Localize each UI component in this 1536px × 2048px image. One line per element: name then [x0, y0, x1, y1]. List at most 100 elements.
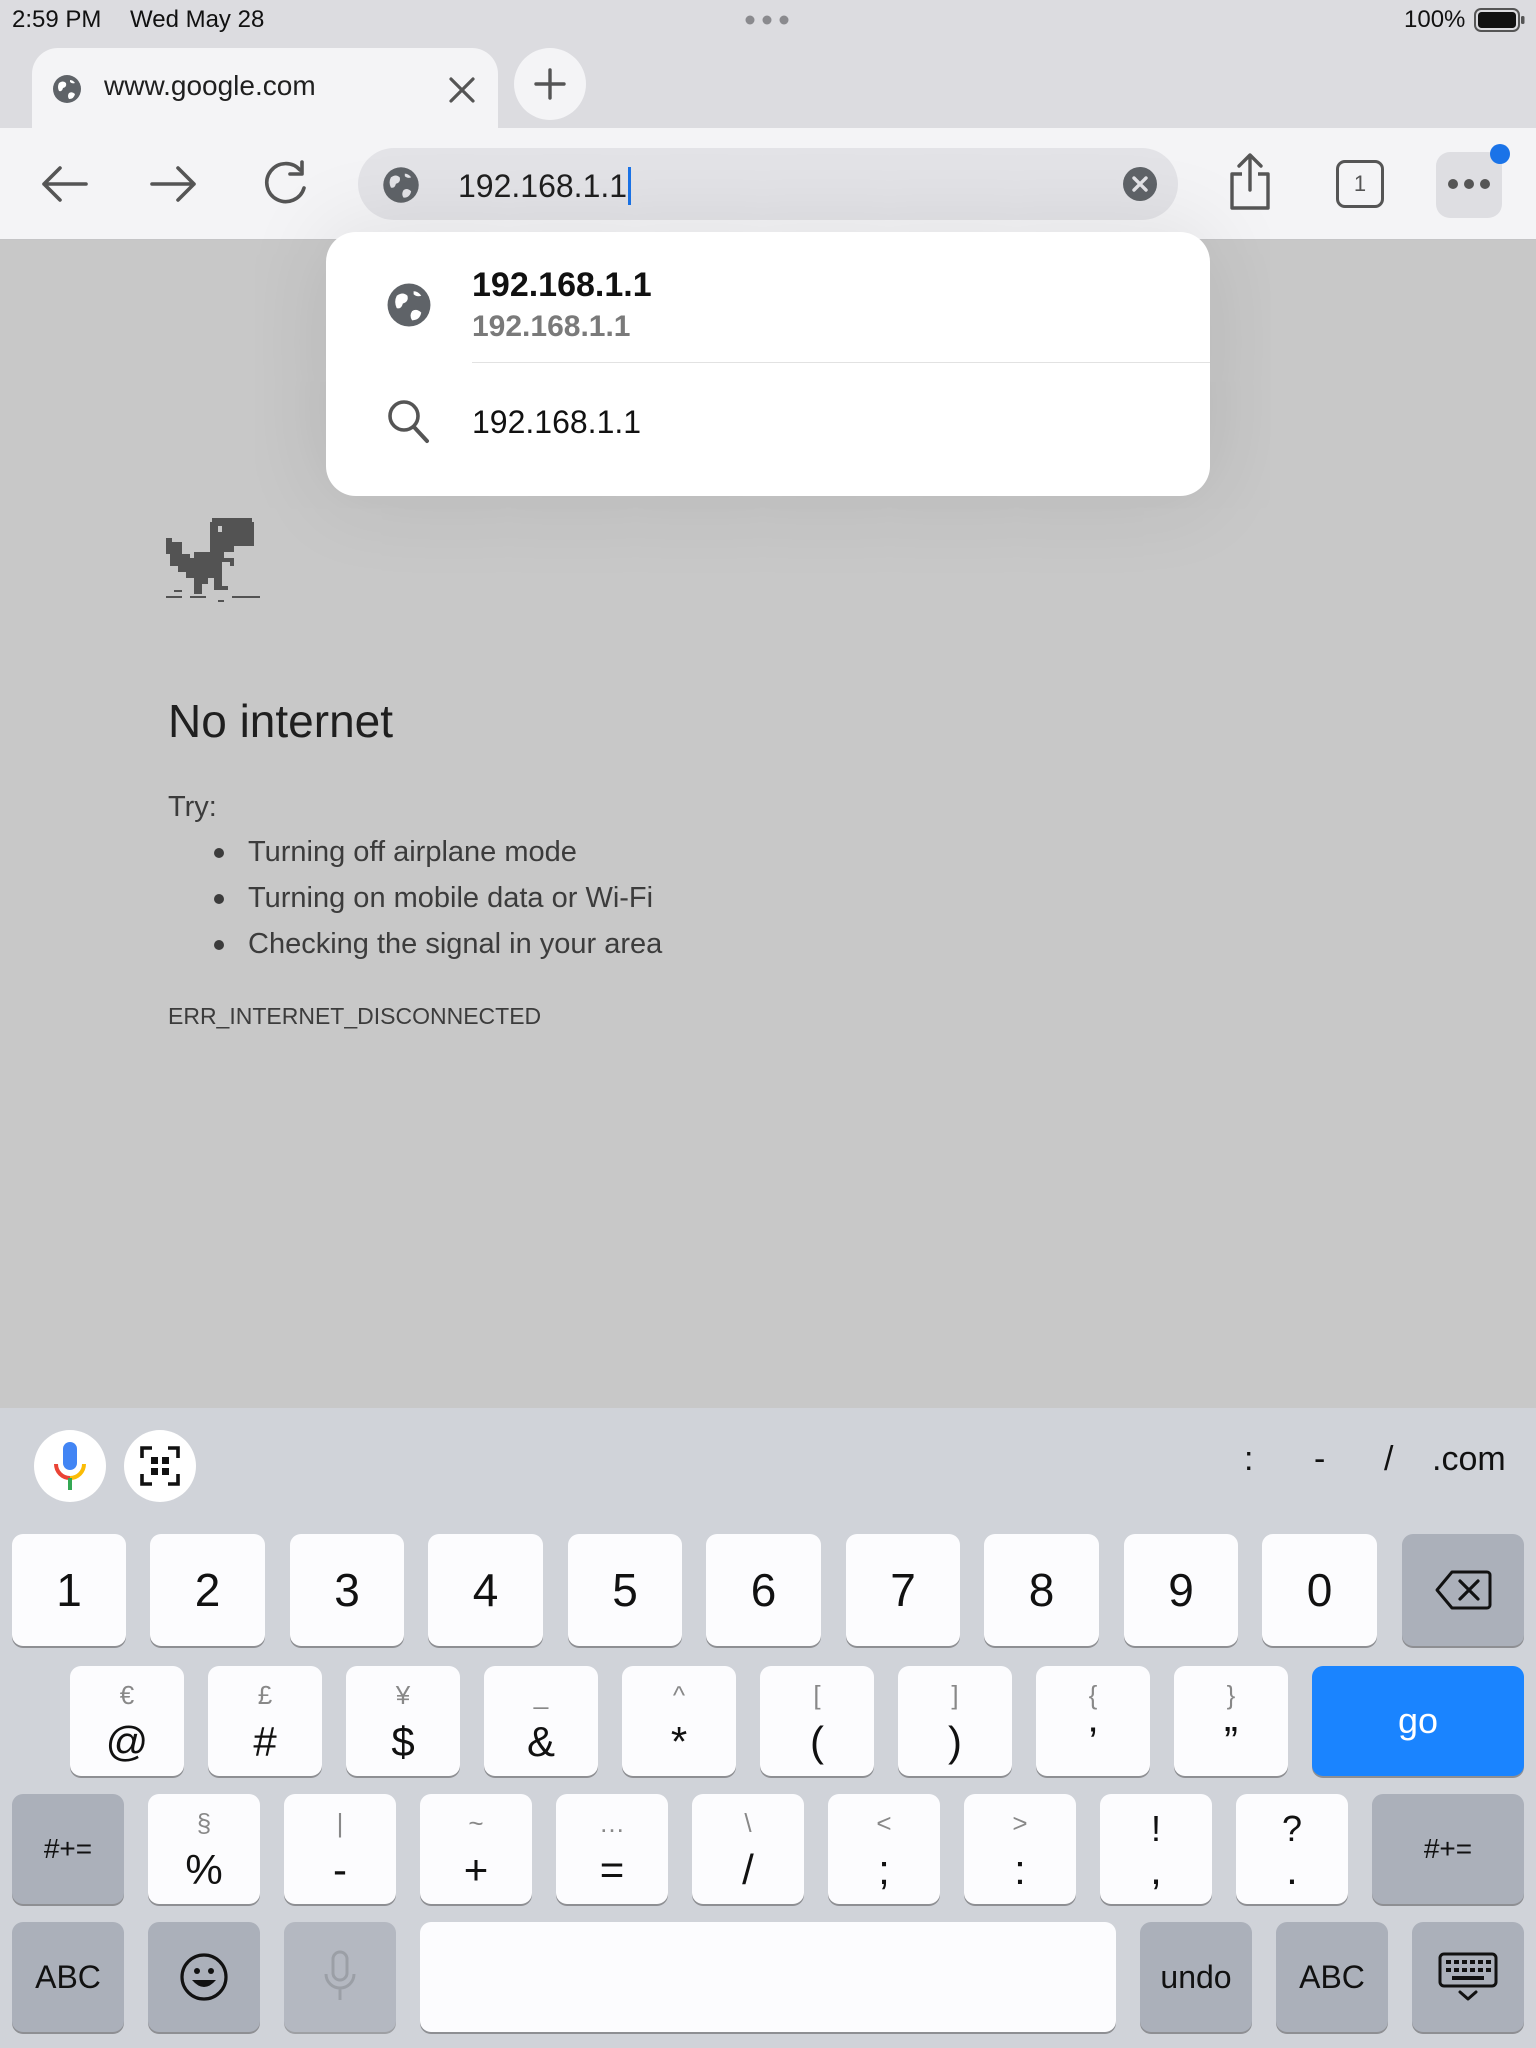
symbols-mode-key[interactable]: #+=: [12, 1794, 124, 1904]
space-key[interactable]: [420, 1922, 1116, 2032]
symbols-mode-key[interactable]: #+=: [1372, 1794, 1524, 1904]
forward-icon[interactable]: [150, 164, 198, 204]
delete-key[interactable]: [1402, 1534, 1524, 1646]
key-quote[interactable]: }”: [1174, 1666, 1288, 1776]
key-period[interactable]: ?.: [1236, 1794, 1348, 1904]
key-hash[interactable]: £ #: [208, 1666, 322, 1776]
dictation-key[interactable]: [284, 1922, 396, 2032]
dismiss-keyboard-key[interactable]: [1412, 1922, 1524, 2032]
key-alt-char: {: [1088, 1680, 1098, 1710]
back-icon[interactable]: [40, 164, 88, 204]
address-bar[interactable]: 192.168.1.1: [358, 148, 1178, 220]
menu-button[interactable]: [1436, 152, 1502, 218]
lens-scan-button[interactable]: [124, 1430, 196, 1502]
key-open-paren[interactable]: [(: [760, 1666, 874, 1776]
key-alt-char: >: [1012, 1808, 1028, 1838]
shortcut-dash[interactable]: -: [1314, 1440, 1325, 1479]
plus-icon: [534, 68, 566, 100]
emoji-key[interactable]: [148, 1922, 260, 2032]
key-alt-char: §: [196, 1808, 212, 1838]
key-7[interactable]: 7: [846, 1534, 960, 1646]
share-icon[interactable]: [1226, 152, 1274, 212]
suggestion-url[interactable]: 192.168.1.1 192.168.1.1: [326, 232, 1210, 364]
suggestion-title: 192.168.1.1: [472, 404, 642, 440]
shortcut-dotcom[interactable]: .com: [1432, 1440, 1506, 1479]
abc-key[interactable]: ABC: [12, 1922, 124, 2032]
key-hyphen[interactable]: | -: [284, 1794, 396, 1904]
key-plus[interactable]: ~ +: [420, 1794, 532, 1904]
tab-title: www.google.com: [104, 70, 316, 101]
error-code: ERR_INTERNET_DISCONNECTED: [168, 1003, 542, 1029]
address-text: 192.168.1.1: [458, 168, 628, 204]
error-suggestion: Turning on mobile data or Wi-Fi: [248, 882, 654, 914]
google-mic-icon: [54, 1442, 86, 1490]
key-alt-char: ^: [672, 1680, 686, 1710]
key-alt-char: \: [744, 1808, 752, 1838]
key-close-paren[interactable]: ]): [898, 1666, 1012, 1776]
divider: [472, 362, 1210, 363]
key-semicolon[interactable]: <;: [828, 1794, 940, 1904]
error-title: No internet: [168, 695, 394, 747]
key-0[interactable]: 0: [1262, 1534, 1377, 1646]
key-char: ”: [1224, 1718, 1238, 1765]
key-alt-char: _: [533, 1680, 549, 1710]
undo-key[interactable]: undo: [1140, 1922, 1252, 2032]
reload-icon[interactable]: [260, 160, 310, 208]
shortcut-slash[interactable]: /: [1384, 1440, 1393, 1479]
multitasking-dots-icon[interactable]: [744, 14, 790, 26]
close-icon[interactable]: [448, 76, 476, 104]
tab-switcher-button[interactable]: 1: [1336, 160, 1384, 208]
voice-search-button[interactable]: [34, 1430, 106, 1502]
key-alt-char: ~: [468, 1808, 484, 1838]
key-alt-char: !: [1150, 1808, 1161, 1849]
shortcut-colon[interactable]: :: [1244, 1440, 1253, 1479]
suggestion-subtitle: 192.168.1.1: [472, 310, 631, 343]
search-icon: [388, 400, 429, 443]
dino-icon: [166, 518, 260, 602]
new-tab-button[interactable]: [514, 48, 586, 120]
status-time: 2:59 PM: [12, 6, 102, 33]
globe-icon: [387, 283, 431, 327]
address-input[interactable]: 192.168.1.1: [458, 167, 632, 205]
key-asterisk[interactable]: ^ *: [622, 1666, 736, 1776]
key-char: +: [463, 1846, 489, 1893]
more-icon: [1448, 179, 1490, 189]
key-char: *: [670, 1718, 688, 1765]
notification-dot: [1490, 144, 1510, 164]
key-percent[interactable]: §%: [148, 1794, 260, 1904]
tab-active[interactable]: www.google.com: [32, 48, 498, 128]
error-try-label: Try:: [168, 791, 217, 823]
key-alt-char: <: [876, 1808, 892, 1838]
key-char: ’: [1088, 1718, 1098, 1765]
key-3[interactable]: 3: [290, 1534, 404, 1646]
omnibox-suggestions: 192.168.1.1 192.168.1.1 192.168.1.1: [326, 232, 1210, 496]
key-colon[interactable]: >:: [964, 1794, 1076, 1904]
bullet: [214, 848, 224, 858]
key-ampersand[interactable]: _ &: [484, 1666, 598, 1776]
key-9[interactable]: 9: [1124, 1534, 1238, 1646]
key-alt-char: ¥: [395, 1680, 411, 1710]
key-alt-char: ]: [951, 1680, 959, 1710]
globe-icon: [383, 167, 419, 203]
suggestion-search[interactable]: 192.168.1.1: [326, 364, 1210, 496]
key-slash[interactable]: \ /: [692, 1794, 804, 1904]
key-4[interactable]: 4: [428, 1534, 543, 1646]
key-2[interactable]: 2: [150, 1534, 265, 1646]
key-equals[interactable]: … =: [556, 1794, 668, 1904]
clear-input-icon[interactable]: [1123, 167, 1157, 201]
key-1[interactable]: 1: [12, 1534, 126, 1646]
key-5[interactable]: 5: [568, 1534, 682, 1646]
suggestion-title: 192.168.1.1: [472, 266, 652, 304]
abc-key[interactable]: ABC: [1276, 1922, 1388, 2032]
key-apostrophe[interactable]: {’: [1036, 1666, 1150, 1776]
key-char: /: [742, 1846, 754, 1893]
go-key[interactable]: go: [1312, 1666, 1524, 1776]
key-char: .: [1286, 1846, 1298, 1893]
key-at[interactable]: € @: [70, 1666, 184, 1776]
key-6[interactable]: 6: [706, 1534, 821, 1646]
key-alt-char: }: [1226, 1680, 1236, 1710]
key-comma[interactable]: !,: [1100, 1794, 1212, 1904]
key-dollar[interactable]: ¥ $: [346, 1666, 460, 1776]
key-alt-char: |: [336, 1808, 344, 1838]
key-8[interactable]: 8: [984, 1534, 1099, 1646]
